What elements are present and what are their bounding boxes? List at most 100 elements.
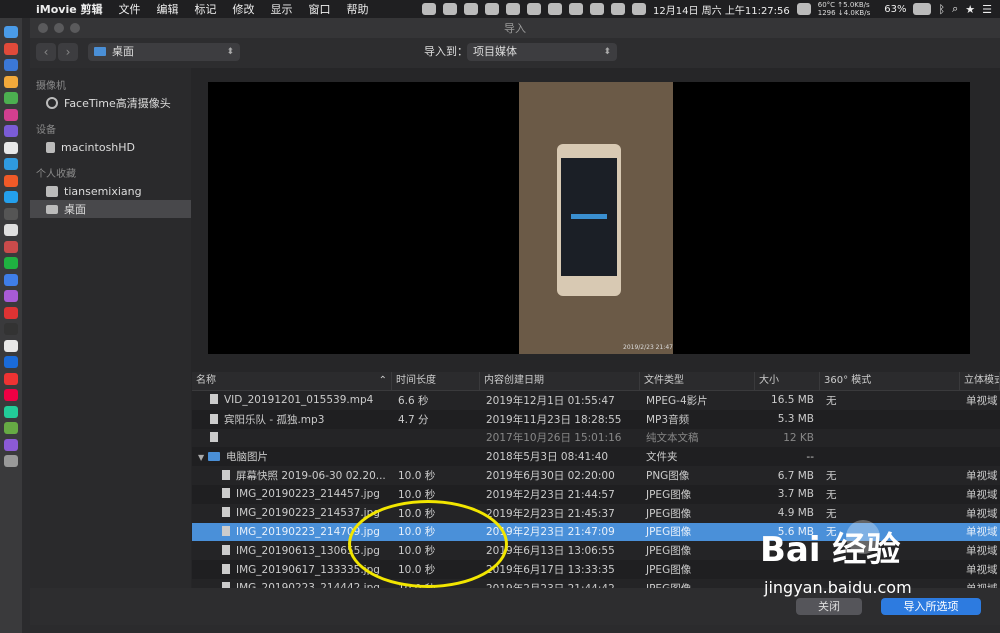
app-menu[interactable]: iMovie 剪辑 <box>28 1 111 17</box>
cell-text: JPEG图像 <box>646 526 692 539</box>
col-header-date[interactable]: 内容创建日期 <box>480 372 640 390</box>
menu-mark[interactable]: 标记 <box>187 1 225 17</box>
col-header-stereo[interactable]: 立体模式 <box>960 372 1000 390</box>
dock-app-icon[interactable] <box>4 273 18 286</box>
file-icon <box>222 563 230 574</box>
menu-help[interactable]: 帮助 <box>339 1 377 17</box>
menu-window[interactable]: 窗口 <box>301 1 339 17</box>
cell-name <box>192 431 392 444</box>
dock-app-icon[interactable] <box>4 108 18 121</box>
dock-app-icon[interactable] <box>4 75 18 88</box>
dock-app-icon[interactable] <box>4 174 18 187</box>
cell-type: 纯文本文稿 <box>640 430 755 445</box>
dock-app-icon[interactable] <box>4 389 18 401</box>
dock-app-icon[interactable] <box>4 356 18 368</box>
dock-app-icon[interactable] <box>4 207 18 220</box>
menu-modify[interactable]: 修改 <box>225 1 263 17</box>
tray-menu-icon[interactable] <box>632 3 647 15</box>
dock-app-icon[interactable] <box>4 405 18 418</box>
close-window-button[interactable] <box>38 23 48 33</box>
tray-app-icon[interactable] <box>422 3 437 15</box>
sidebar-item-macintoshhd[interactable]: macintoshHD <box>30 138 191 156</box>
cell-dur: 6.6 秒 <box>392 393 480 408</box>
menu-edit[interactable]: 编辑 <box>149 1 187 17</box>
dock-app-icon[interactable] <box>4 59 18 71</box>
dock-app-icon[interactable] <box>4 224 18 236</box>
disclosure-triangle-icon[interactable]: ▼ <box>198 453 208 462</box>
cpu-readout: 1296 <box>817 9 836 17</box>
bluetooth-icon[interactable]: ᛒ <box>938 3 945 16</box>
col-header-type[interactable]: 文件类型 <box>640 372 755 390</box>
tray-clock-icon[interactable] <box>611 3 626 15</box>
import-destination-popup[interactable]: 项目媒体 ⬍ <box>467 43 617 61</box>
cell-type: JPEG图像 <box>640 506 755 521</box>
forward-button[interactable]: › <box>58 43 78 61</box>
window-controls <box>38 23 80 33</box>
tray-display-icon[interactable] <box>569 3 584 15</box>
battery-percent[interactable]: 63% <box>884 4 906 15</box>
dock-app-icon[interactable] <box>4 339 18 352</box>
system-monitor[interactable]: 60°C ↑5.0KB/s 1296 ↓4.0KB/s <box>818 1 870 17</box>
dock-app-icon[interactable] <box>4 455 18 467</box>
back-button[interactable]: ‹ <box>36 43 56 61</box>
col-header-duration[interactable]: 时间长度 <box>392 372 480 390</box>
table-row[interactable]: VID_20191201_015539.mp4 6.6 秒 2019年12月1日 0… <box>192 391 1000 410</box>
cell-text: 2019年2月23日 21:45:37 <box>486 507 615 520</box>
cell-text: 屏幕快照 2019-06-30 02.20... <box>236 470 386 483</box>
table-row[interactable]: 宾阳乐队 - 孤独.mp3 4.7 分 2019年11月23日 18:28:55 MP… <box>192 410 1000 429</box>
zoom-window-button[interactable] <box>70 23 80 33</box>
dock-app-icon[interactable] <box>4 42 18 55</box>
siri-icon[interactable]: ★ <box>965 3 975 16</box>
menu-view[interactable]: 显示 <box>263 1 301 17</box>
dock-app-icon[interactable] <box>4 422 18 434</box>
cell-type: JPEG图像 <box>640 543 755 558</box>
dock-app-icon[interactable] <box>4 141 18 154</box>
cell-text: 4.7 分 <box>398 413 429 426</box>
dock-app-icon[interactable] <box>4 26 18 38</box>
table-row[interactable]: 2017年10月26日 15:01:16 纯文本文稿 12 KB <box>192 428 1000 448</box>
minimize-window-button[interactable] <box>54 23 64 33</box>
tray-music-icon[interactable] <box>548 3 563 15</box>
dock-app-icon[interactable] <box>4 257 18 269</box>
battery-icon[interactable] <box>913 3 932 15</box>
dock-app-icon[interactable] <box>4 290 18 302</box>
spotlight-icon[interactable]: ⌕ <box>952 2 958 16</box>
sidebar-item-desktop[interactable]: 桌面 <box>30 200 191 218</box>
location-popup[interactable]: 桌面 ⬍ <box>88 43 240 61</box>
tray-qq-icon[interactable] <box>485 3 500 15</box>
col-header-name[interactable]: 名称 ⌃ <box>192 372 392 390</box>
table-row[interactable]: IMG_20190223_214457.jpg 10.0 秒 2019年2月23日 … <box>192 485 1000 504</box>
cell-date: 2019年6月17日 13:33:35 <box>480 562 640 577</box>
dock-app-icon[interactable] <box>4 92 18 104</box>
dock-app-icon[interactable] <box>4 191 18 203</box>
tray-chat-icon[interactable] <box>590 3 605 15</box>
tray-sync-icon[interactable] <box>506 3 521 15</box>
sort-ascending-icon: ⌃ <box>378 375 387 386</box>
dock-app-icon[interactable] <box>4 323 18 335</box>
table-row[interactable]: IMG_20190223_214537.jpg 10.0 秒 2019年2月23日 … <box>192 503 1000 523</box>
cell-date: 2017年10月26日 15:01:16 <box>480 430 640 445</box>
clock[interactable]: 12月14日 周六 上午11:27:56 <box>653 2 790 17</box>
dock-app-icon[interactable] <box>4 306 18 319</box>
dock-app-icon[interactable] <box>4 125 18 137</box>
cell-text: 10.0 秒 <box>398 470 436 483</box>
import-selected-button[interactable]: 导入所选项 <box>881 598 981 615</box>
dock-app-icon[interactable] <box>4 438 18 451</box>
folder-row[interactable]: ▼ 电脑图片 2018年5月3日 08:41:40 文件夹 -- <box>192 447 1000 466</box>
close-button[interactable]: 关闭 <box>796 598 862 615</box>
dock-app-icon[interactable] <box>4 372 18 385</box>
tray-doc-icon[interactable] <box>796 3 811 15</box>
sidebar-item-home[interactable]: tiansemixiang <box>30 182 191 200</box>
tray-grid-icon[interactable] <box>527 3 542 15</box>
col-header-360[interactable]: 360° 模式 <box>820 372 960 390</box>
tray-download-icon[interactable] <box>443 3 458 15</box>
sidebar-item-facetime[interactable]: FaceTime高清摄像头 <box>30 94 191 112</box>
tray-s-icon[interactable] <box>464 3 479 15</box>
table-row[interactable]: 屏幕快照 2019-06-30 02.20... 10.0 秒 2019年6月30日… <box>192 466 1000 485</box>
notification-icon[interactable]: ☰ <box>982 3 992 16</box>
sidebar-item-label: FaceTime高清摄像头 <box>64 97 171 110</box>
menu-file[interactable]: 文件 <box>111 1 149 17</box>
col-header-size[interactable]: 大小 <box>755 372 820 390</box>
dock-app-icon[interactable] <box>4 158 18 170</box>
dock-app-icon[interactable] <box>4 240 18 253</box>
